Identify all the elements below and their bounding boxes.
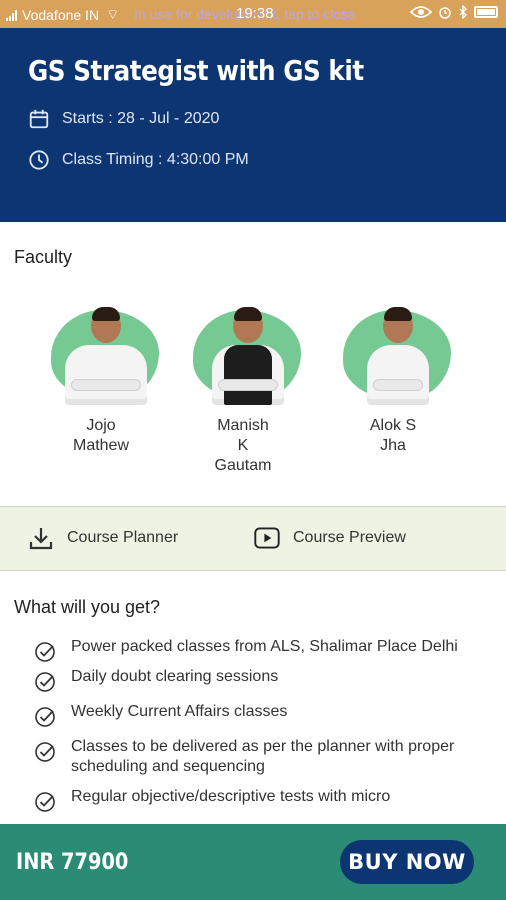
list-item: Classes to be delivered as per the plann… — [34, 737, 474, 777]
course-planner-button[interactable]: Course Planner — [28, 525, 178, 551]
faculty-card-jojo[interactable]: Jojo Mathew — [36, 290, 166, 490]
status-left: Vodafone IN ⌔ — [6, 6, 119, 24]
benefit-text: Regular objective/descriptive tests with… — [71, 788, 391, 805]
buy-now-button[interactable]: BUY NOW — [340, 840, 474, 884]
class-timing-text: Class Timing : 4:30:00 PM — [62, 151, 249, 168]
bluetooth-icon — [459, 5, 467, 19]
signal-icon — [6, 9, 17, 21]
course-price: INR 77900 — [16, 850, 129, 875]
faculty-name: Manish K Gautam — [214, 417, 272, 474]
faculty-list: Jojo Mathew Manish K Gautam Alok S Jha — [0, 290, 506, 490]
list-item: Power packed classes from ALS, Shalimar … — [34, 637, 474, 662]
download-icon — [29, 528, 53, 550]
course-actions-bar: Course Planner Course Preview — [0, 506, 506, 571]
faculty-name: Jojo Mathew — [72, 417, 130, 454]
faculty-photo — [193, 290, 303, 405]
eye-icon — [410, 6, 432, 18]
course-preview-button[interactable]: Course Preview — [254, 525, 406, 551]
faculty-name: Alok S Jha — [369, 417, 417, 454]
check-circle-icon — [35, 672, 55, 692]
list-item: Daily doubt clearing sessions — [34, 667, 474, 692]
benefit-text: Daily doubt clearing sessions — [71, 668, 279, 685]
calendar-icon — [29, 109, 49, 129]
class-timing-row: Class Timing : 4:30:00 PM — [28, 149, 249, 171]
course-preview-label: Course Preview — [293, 529, 406, 546]
list-item: Regular objective/descriptive tests with… — [34, 787, 474, 812]
status-bar: Vodafone IN ⌔ In use for development, ta… — [0, 0, 506, 28]
benefit-text: Weekly Current Affairs classes — [71, 703, 288, 720]
alarm-icon — [439, 7, 451, 19]
benefit-text: Power packed classes from ALS, Shalimar … — [71, 638, 458, 655]
faculty-card-alok[interactable]: Alok S Jha — [328, 290, 458, 490]
play-video-icon — [254, 527, 280, 549]
wifi-icon: ⌔ — [106, 6, 120, 22]
carrier-label: Vodafone IN — [22, 7, 100, 23]
course-title: GS Strategist with GS kit — [28, 54, 364, 87]
clock-icon — [29, 150, 49, 170]
course-planner-label: Course Planner — [67, 529, 179, 546]
faculty-photo — [51, 290, 161, 405]
faculty-photo — [343, 290, 453, 405]
start-date-row: Starts : 28 - Jul - 2020 — [28, 108, 219, 130]
start-date-text: Starts : 28 - Jul - 2020 — [62, 110, 220, 127]
purchase-bar: INR 77900 BUY NOW — [0, 824, 506, 900]
battery-icon — [474, 6, 498, 18]
faculty-card-manish[interactable]: Manish K Gautam — [178, 290, 308, 490]
faculty-heading: Faculty — [14, 247, 73, 267]
check-circle-icon — [35, 742, 55, 762]
check-circle-icon — [35, 792, 55, 812]
benefit-text: Classes to be delivered as per the plann… — [71, 738, 455, 775]
status-right — [410, 5, 498, 19]
course-header: GS Strategist with GS kit Starts : 28 - … — [0, 28, 506, 222]
check-circle-icon — [35, 707, 55, 727]
benefit-list: Power packed classes from ALS, Shalimar … — [34, 637, 474, 812]
benefits-heading: What will you get? — [14, 597, 161, 617]
check-circle-icon — [35, 642, 55, 662]
list-item: Weekly Current Affairs classes — [34, 702, 474, 727]
clock-time: 19:38 — [236, 5, 274, 22]
